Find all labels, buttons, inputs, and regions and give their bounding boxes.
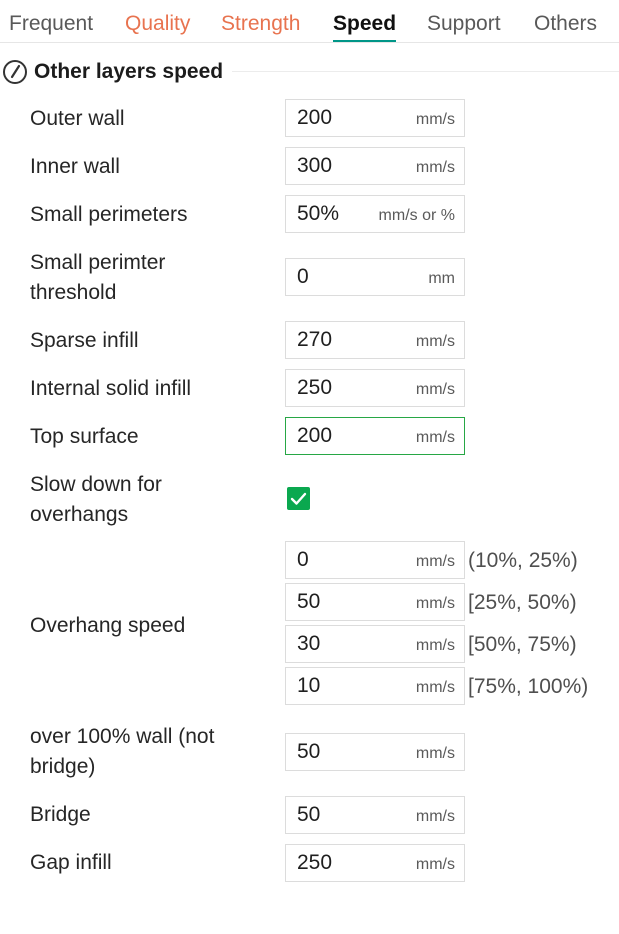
overhang-speed-value: 30 <box>297 632 321 655</box>
internal-solid-infill-value: 250 <box>297 376 333 399</box>
top-surface-input[interactable]: 200 mm/s <box>285 417 465 455</box>
gap-infill-value: 250 <box>297 851 333 874</box>
overhang-speed-label: Overhang speed <box>30 614 186 637</box>
gap-infill-input[interactable]: 250 mm/s <box>285 844 465 882</box>
overhang-speed-input-2[interactable]: 50 mm/s <box>285 583 465 621</box>
outer-wall-unit: mm/s <box>415 111 455 128</box>
internal-solid-infill-unit: mm/s <box>415 381 455 398</box>
overhang-speed-input-4[interactable]: 10 mm/s <box>285 667 465 705</box>
overhang-speed-input-3[interactable]: 30 mm/s <box>285 625 465 663</box>
small-perimeter-threshold-label-line2: threshold <box>30 281 117 304</box>
overhang-range-label: [25%, 50%) <box>468 591 577 614</box>
overhang-speed-value: 10 <box>297 674 321 697</box>
sparse-infill-value: 270 <box>297 328 333 351</box>
outer-wall-input[interactable]: 200 mm/s <box>285 99 465 137</box>
tab-bar: Frequent Quality Strength Speed Support … <box>0 0 619 43</box>
inner-wall-unit: mm/s <box>415 159 455 176</box>
overhang-speed-value: 50 <box>297 590 321 613</box>
inner-wall-label: Inner wall <box>30 155 120 178</box>
top-surface-unit: mm/s <box>415 429 455 446</box>
checkmark-icon <box>290 492 307 505</box>
tab-speed[interactable]: Speed <box>333 10 397 42</box>
small-perimeter-threshold-value: 0 <box>297 265 309 288</box>
overhang-range-label: [75%, 100%) <box>468 675 589 698</box>
gap-infill-unit: mm/s <box>415 856 455 873</box>
top-surface-value: 200 <box>297 424 333 447</box>
overhang-range-label: (10%, 25%) <box>468 549 578 572</box>
bridge-label: Bridge <box>30 803 91 826</box>
small-perimeter-threshold-unit: mm <box>428 270 455 287</box>
overhang-speed-unit: mm/s <box>415 637 455 654</box>
sparse-infill-unit: mm/s <box>415 333 455 350</box>
section-header: Other layers speed <box>2 57 619 87</box>
over-100-wall-input[interactable]: 50 mm/s <box>285 733 465 771</box>
tab-support[interactable]: Support <box>427 10 501 38</box>
outer-wall-value: 200 <box>297 106 333 129</box>
small-perimeters-value: 50% <box>297 202 340 225</box>
small-perimeters-input[interactable]: 50% mm/s or % <box>285 195 465 233</box>
section-title: Other layers speed <box>34 60 224 83</box>
small-perimeter-threshold-label-line1: Small perimter <box>30 251 166 274</box>
slow-down-overhangs-label-line1: Slow down for <box>30 473 162 496</box>
over-100-wall-label-line1: over 100% wall (not <box>30 725 215 748</box>
small-perimeters-unit: mm/s or % <box>378 207 455 224</box>
outer-wall-label: Outer wall <box>30 107 125 130</box>
small-perimeter-threshold-input[interactable]: 0 mm <box>285 258 465 296</box>
internal-solid-infill-label: Internal solid infill <box>30 377 192 400</box>
overhang-speed-unit: mm/s <box>415 595 455 612</box>
sparse-infill-label: Sparse infill <box>30 329 139 352</box>
overhang-range-label: [50%, 75%) <box>468 633 577 656</box>
sparse-infill-input[interactable]: 270 mm/s <box>285 321 465 359</box>
over-100-wall-value: 50 <box>297 740 321 763</box>
bridge-unit: mm/s <box>415 808 455 825</box>
gap-infill-label: Gap infill <box>30 851 112 874</box>
over-100-wall-label-line2: bridge) <box>30 755 96 778</box>
overhang-speed-input-1[interactable]: 0 mm/s <box>285 541 465 579</box>
tab-quality[interactable]: Quality <box>125 10 190 38</box>
slow-down-overhangs-checkbox[interactable] <box>287 487 310 510</box>
speedometer-icon <box>3 60 27 84</box>
tab-strength[interactable]: Strength <box>221 10 300 38</box>
over-100-wall-unit: mm/s <box>415 745 455 762</box>
tab-others[interactable]: Others <box>534 10 597 38</box>
tab-frequent[interactable]: Frequent <box>9 10 93 38</box>
small-perimeters-label: Small perimeters <box>30 203 188 226</box>
overhang-speed-unit: mm/s <box>415 679 455 696</box>
inner-wall-input[interactable]: 300 mm/s <box>285 147 465 185</box>
overhang-speed-value: 0 <box>297 548 309 571</box>
bridge-value: 50 <box>297 803 321 826</box>
bridge-input[interactable]: 50 mm/s <box>285 796 465 834</box>
inner-wall-value: 300 <box>297 154 333 177</box>
slow-down-overhangs-label-line2: overhangs <box>30 503 129 526</box>
overhang-speed-unit: mm/s <box>415 553 455 570</box>
internal-solid-infill-input[interactable]: 250 mm/s <box>285 369 465 407</box>
section-divider <box>232 71 619 72</box>
top-surface-label: Top surface <box>30 425 139 448</box>
